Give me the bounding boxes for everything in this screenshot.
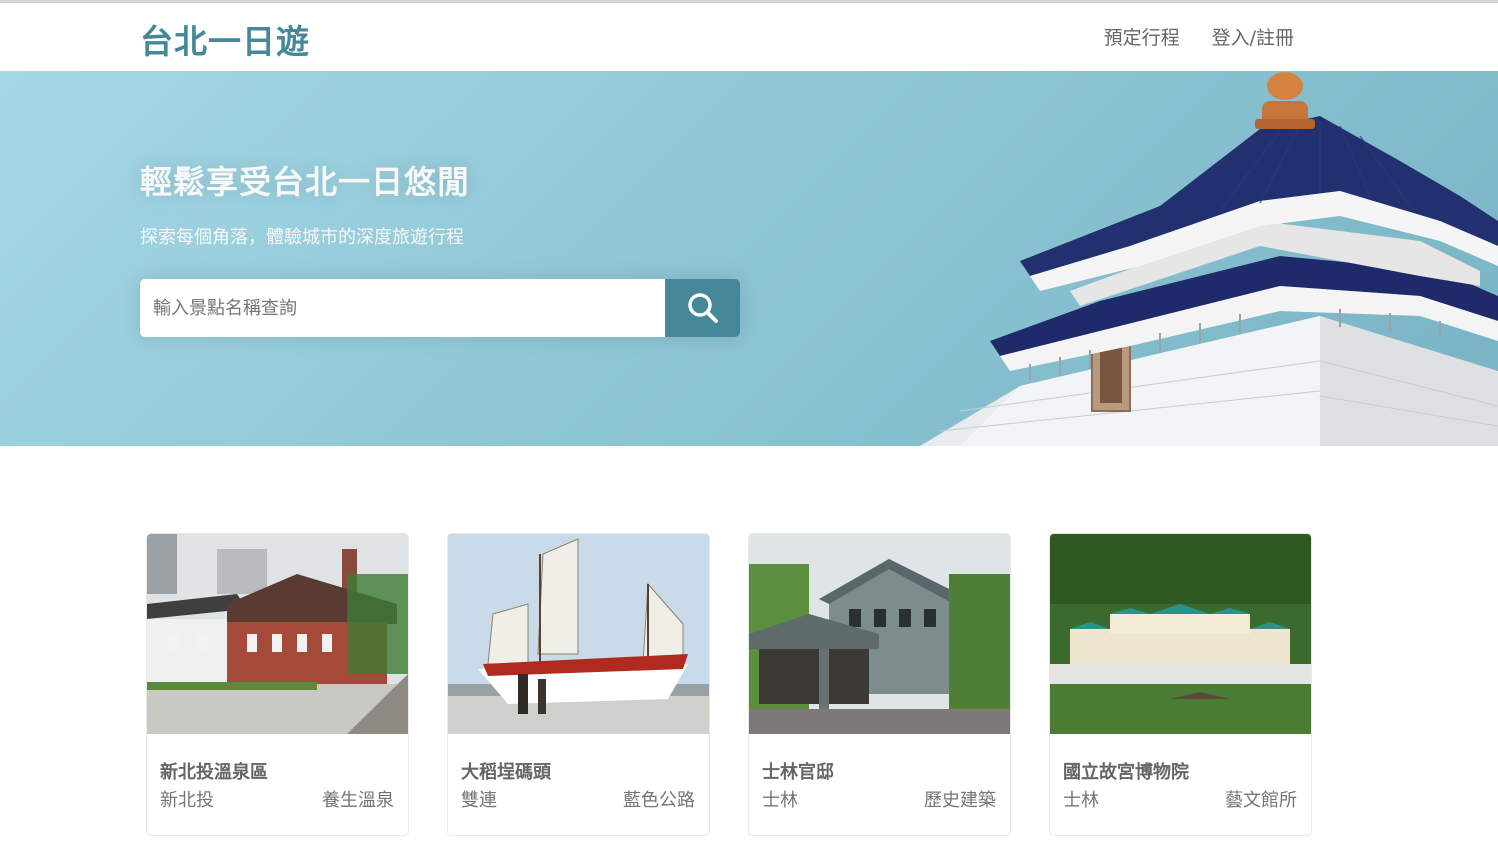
attraction-image [147,534,408,734]
attraction-meta: 新北投 養生溫泉 [147,786,408,812]
attraction-meta: 士林 藝文館所 [1050,786,1311,812]
site-logo[interactable]: 台北一日遊 [140,15,310,63]
attraction-card[interactable]: 國立故宮博物院 士林 藝文館所 [1049,533,1312,836]
attraction-mrt: 士林 [1063,790,1099,811]
attraction-image [1050,534,1311,734]
attraction-image [448,534,709,734]
hero-title: 輕鬆享受台北一日悠閒 [140,163,471,201]
attraction-mrt: 新北投 [160,790,214,811]
attraction-list: 新北投溫泉區 新北投 養生溫泉 大稻埕碼頭 雙連 藍色公路 士林官邸 士林 歷史… [146,533,1312,836]
memorial-hall-image [920,72,1498,446]
attraction-card[interactable]: 新北投溫泉區 新北投 養生溫泉 [146,533,409,836]
attraction-mrt: 雙連 [461,790,497,811]
attraction-mrt: 士林 [762,790,798,811]
attraction-name: 大稻埕碼頭 [461,762,551,783]
booking-link[interactable]: 預定行程 [1104,23,1180,50]
attraction-image [749,534,1010,734]
search-input[interactable] [140,279,665,337]
attraction-card[interactable]: 大稻埕碼頭 雙連 藍色公路 [447,533,710,836]
search-bar [140,279,740,337]
navbar: 台北一日遊 預定行程 登入/註冊 [0,3,1498,71]
attraction-card[interactable]: 士林官邸 士林 歷史建築 [748,533,1011,836]
attraction-category: 歷史建築 [924,790,996,811]
attraction-category: 養生溫泉 [322,790,394,811]
attraction-category: 藝文館所 [1225,790,1297,811]
attraction-name: 新北投溫泉區 [160,762,268,783]
attraction-category: 藍色公路 [623,790,695,811]
attraction-name: 國立故宮博物院 [1063,762,1189,783]
hero-subtitle: 探索每個角落，體驗城市的深度旅遊行程 [140,227,464,248]
search-icon [687,293,718,323]
signin-link[interactable]: 登入/註冊 [1212,23,1294,50]
attraction-name: 士林官邸 [762,762,834,783]
search-button[interactable] [665,279,740,337]
attraction-meta: 士林 歷史建築 [749,786,1010,812]
hero-banner: 輕鬆享受台北一日悠閒 探索每個角落，體驗城市的深度旅遊行程 [0,71,1498,446]
nav-links: 預定行程 登入/註冊 [1104,23,1294,50]
attraction-meta: 雙連 藍色公路 [448,786,709,812]
